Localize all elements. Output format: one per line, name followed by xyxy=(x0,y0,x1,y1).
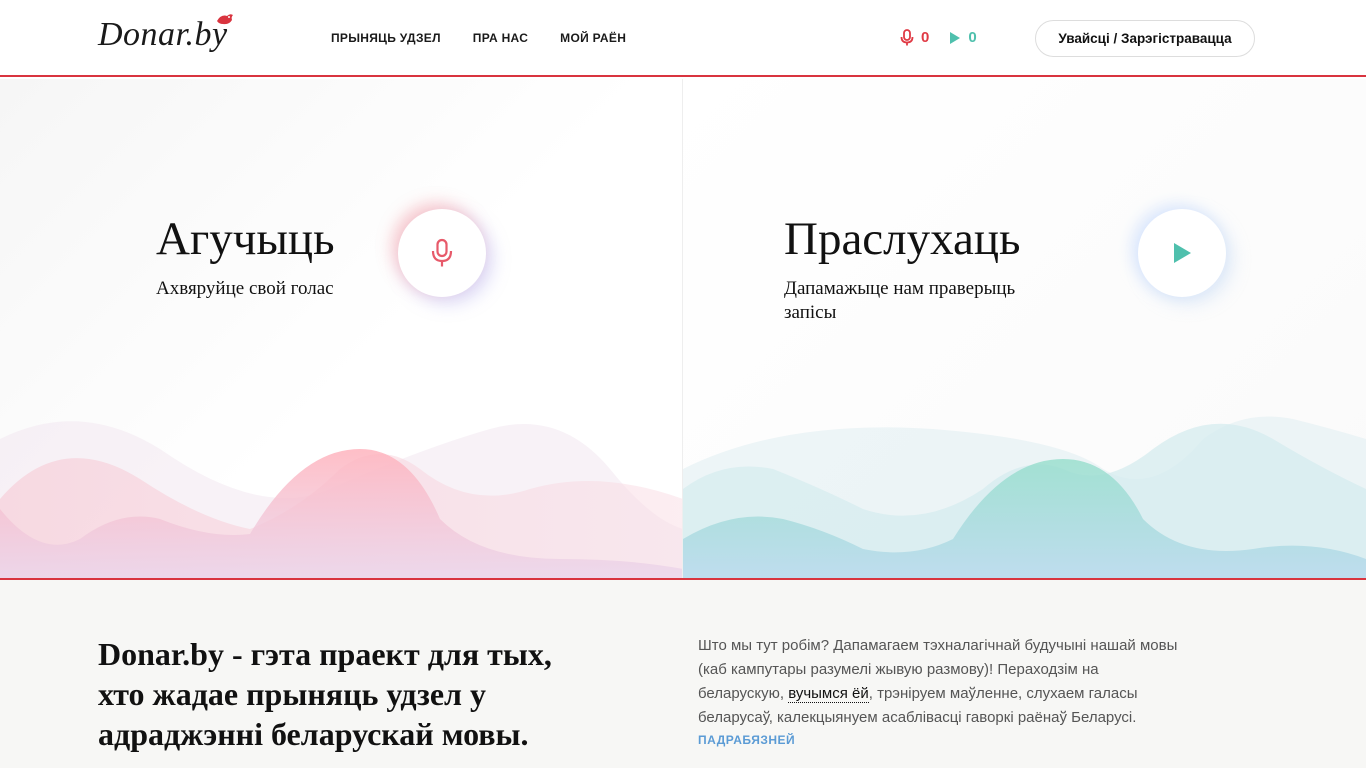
play-icon xyxy=(1174,243,1191,263)
record-subtitle: Ахвяруйце свой голас xyxy=(156,278,334,299)
listen-panel[interactable]: Праслухаць Дапамажыце нам праверыць запі… xyxy=(683,79,1366,579)
about-title: Donar.by - гэта праект для тых, хто жада… xyxy=(98,636,552,752)
site-header: Donar.by ПРЫНЯЦЬ УДЗЕЛ ПРА НАС МОЙ РАЁН … xyxy=(0,0,1366,77)
record-title: Агучыць xyxy=(156,213,335,265)
listen-subtitle-line1: Дапамажыце нам праверыць xyxy=(784,278,1016,299)
learn-language-link[interactable]: вучымся ёй xyxy=(788,685,869,703)
listened-count: 0 xyxy=(968,29,977,46)
more-details-link[interactable]: ПАДРАБЯЗНЕЙ xyxy=(698,732,1178,748)
recorded-counter: 0 xyxy=(900,29,929,46)
nav-item-about[interactable]: ПРА НАС xyxy=(473,31,528,45)
nav-item-participate[interactable]: ПРЫНЯЦЬ УДЗЕЛ xyxy=(331,31,441,45)
listen-subtitle: Дапамажыце нам праверыць запісы xyxy=(784,277,1015,325)
about-section: Donar.by - гэта праект для тых, хто жада… xyxy=(0,580,1366,768)
main-nav: ПРЫНЯЦЬ УДЗЕЛ ПРА НАС МОЙ РАЁН xyxy=(331,31,626,45)
record-panel[interactable]: Агучыць Ахвяруйце свой голас xyxy=(0,79,683,579)
counters: 0 0 xyxy=(900,29,977,46)
microphone-icon xyxy=(900,29,914,46)
hero-section: Агучыць Ахвяруйце свой голас Праслухаць xyxy=(0,79,1366,579)
recorded-count: 0 xyxy=(921,29,930,46)
record-button[interactable] xyxy=(398,209,486,297)
teal-waves-decoration xyxy=(683,416,1366,579)
listen-button[interactable] xyxy=(1138,209,1226,297)
bird-logo-icon xyxy=(217,14,233,25)
nav-item-my-district[interactable]: МОЙ РАЁН xyxy=(560,31,626,45)
listen-title: Праслухаць xyxy=(784,213,1021,265)
about-text: Што мы тут робім? Дапамагаем тэхналагічн… xyxy=(698,634,1178,748)
red-waves-decoration xyxy=(0,421,682,579)
play-icon xyxy=(950,31,961,44)
login-register-button[interactable]: Увайсці / Зарэгістравацца xyxy=(1035,20,1255,57)
listened-counter: 0 xyxy=(949,29,977,46)
microphone-icon xyxy=(431,238,453,267)
listen-subtitle-line2: запісы xyxy=(784,302,837,323)
site-logo[interactable]: Donar.by xyxy=(98,16,228,54)
